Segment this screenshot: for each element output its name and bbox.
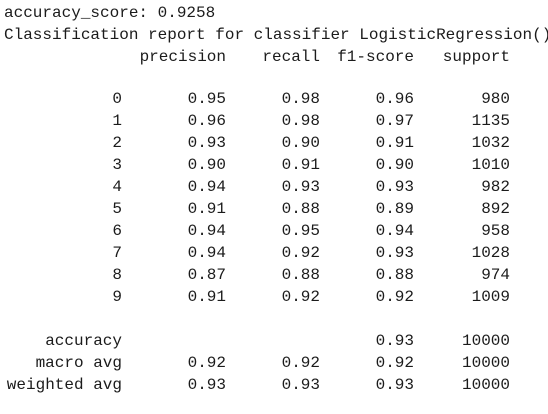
class-row-6-f1-score: 0.94 bbox=[375, 222, 414, 240]
class-row-9-recall: 0.92 bbox=[281, 288, 320, 306]
class-row-8-precision: 0.87 bbox=[187, 266, 226, 284]
header-recall: recall bbox=[262, 48, 320, 66]
class-row-7-f1-score: 0.93 bbox=[375, 244, 414, 262]
class-row-8-label: 8 bbox=[112, 266, 122, 284]
class-row-8-recall: 0.88 bbox=[281, 266, 320, 284]
class-row-9-f1-score: 0.92 bbox=[375, 288, 414, 306]
accuracy-row-f1-score: 0.93 bbox=[375, 332, 414, 350]
class-row-1-precision: 0.96 bbox=[187, 112, 226, 130]
class-row-7-support: 1028 bbox=[471, 244, 510, 262]
class-row-1-label: 1 bbox=[112, 112, 122, 130]
console-output: accuracy_score: 0.9258 Classification re… bbox=[0, 0, 548, 414]
class-row-3-label: 3 bbox=[112, 156, 122, 174]
accuracy-row-label: accuracy bbox=[45, 332, 122, 350]
class-row-8-f1-score: 0.88 bbox=[375, 266, 414, 284]
header-support: support bbox=[442, 48, 510, 66]
class-row-3-f1-score: 0.90 bbox=[375, 156, 414, 174]
class-row-7-recall: 0.92 bbox=[281, 244, 320, 262]
class-row-0-label: 0 bbox=[112, 90, 122, 108]
class-row-1-f1-score: 0.97 bbox=[375, 112, 414, 130]
class-row-7-precision: 0.94 bbox=[187, 244, 226, 262]
class-row-0-precision: 0.95 bbox=[187, 90, 226, 108]
class-row-6-recall: 0.95 bbox=[281, 222, 320, 240]
header-precision: precision bbox=[139, 48, 226, 66]
class-row-0-recall: 0.98 bbox=[281, 90, 320, 108]
class-row-7-label: 7 bbox=[112, 244, 122, 262]
class-row-9-label: 9 bbox=[112, 288, 122, 306]
accuracy-row-support: 10000 bbox=[461, 332, 510, 350]
class-row-5-recall: 0.88 bbox=[281, 200, 320, 218]
class-row-6-support: 958 bbox=[481, 222, 510, 240]
class-row-5-f1-score: 0.89 bbox=[375, 200, 414, 218]
class-row-1-support: 1135 bbox=[471, 112, 510, 130]
class-row-4-support: 982 bbox=[481, 178, 510, 196]
macro-avg-row-f1-score: 0.92 bbox=[375, 354, 414, 372]
class-row-2-recall: 0.90 bbox=[281, 134, 320, 152]
macro-avg-row-label: macro avg bbox=[35, 354, 122, 372]
class-row-9-precision: 0.91 bbox=[187, 288, 226, 306]
report-title-line: Classification report for classifier Log… bbox=[4, 26, 548, 44]
class-row-8-support: 974 bbox=[481, 266, 510, 284]
accuracy-score-line: accuracy_score: 0.9258 bbox=[4, 4, 216, 22]
class-row-3-precision: 0.90 bbox=[187, 156, 226, 174]
macro-avg-row-recall: 0.92 bbox=[281, 354, 320, 372]
class-row-6-label: 6 bbox=[112, 222, 122, 240]
class-row-5-support: 892 bbox=[481, 200, 510, 218]
class-row-0-support: 980 bbox=[481, 90, 510, 108]
class-row-2-support: 1032 bbox=[471, 134, 510, 152]
class-row-5-precision: 0.91 bbox=[187, 200, 226, 218]
weighted-avg-row-f1-score: 0.93 bbox=[375, 376, 414, 394]
class-row-9-support: 1009 bbox=[471, 288, 510, 306]
class-row-2-f1-score: 0.91 bbox=[375, 134, 414, 152]
class-row-4-f1-score: 0.93 bbox=[375, 178, 414, 196]
macro-avg-row-support: 10000 bbox=[461, 354, 510, 372]
class-row-4-precision: 0.94 bbox=[187, 178, 226, 196]
weighted-avg-row-recall: 0.93 bbox=[281, 376, 320, 394]
macro-avg-row-precision: 0.92 bbox=[187, 354, 226, 372]
weighted-avg-row-label: weighted avg bbox=[6, 376, 122, 394]
class-row-3-recall: 0.91 bbox=[281, 156, 320, 174]
class-row-1-recall: 0.98 bbox=[281, 112, 320, 130]
class-row-2-label: 2 bbox=[112, 134, 122, 152]
header-f1-score: f1-score bbox=[337, 48, 414, 66]
class-row-4-label: 4 bbox=[112, 178, 122, 196]
class-row-2-precision: 0.93 bbox=[187, 134, 226, 152]
weighted-avg-row-support: 10000 bbox=[461, 376, 510, 394]
weighted-avg-row-precision: 0.93 bbox=[187, 376, 226, 394]
class-row-4-recall: 0.93 bbox=[281, 178, 320, 196]
class-row-0-f1-score: 0.96 bbox=[375, 90, 414, 108]
class-row-6-precision: 0.94 bbox=[187, 222, 226, 240]
class-row-3-support: 1010 bbox=[471, 156, 510, 174]
class-row-5-label: 5 bbox=[112, 200, 122, 218]
